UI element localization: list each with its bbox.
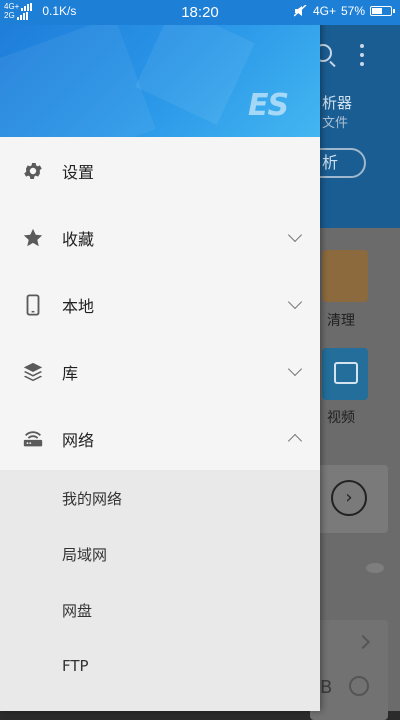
menu-item-label: 网络 xyxy=(62,430,95,450)
chevron-down-icon[interactable] xyxy=(287,294,303,309)
battery-icon xyxy=(370,6,395,16)
menu-item-favorites[interactable]: 收藏 xyxy=(0,204,320,271)
gear-icon xyxy=(22,160,44,182)
arrow-right-circle-button[interactable]: › xyxy=(331,480,367,516)
status-right: 4G+ 57% xyxy=(293,4,395,18)
chevron-up-icon[interactable] xyxy=(287,433,303,448)
chevron-down-icon[interactable] xyxy=(287,227,303,242)
menu-item-network[interactable]: 网络 xyxy=(0,405,320,472)
background-title-fragment: 析器 xyxy=(322,94,353,112)
tile-clean-label: 清理 xyxy=(327,313,355,329)
more-options-icon[interactable] xyxy=(360,44,364,71)
es-logo: ES xyxy=(248,88,289,123)
background-card-2 xyxy=(310,620,388,720)
menu-item-label: 设置 xyxy=(62,162,95,182)
phone-icon xyxy=(22,293,44,316)
menu-item-local[interactable]: 本地 xyxy=(0,271,320,338)
menu-item-label: 收藏 xyxy=(62,229,95,249)
navigation-drawer: ES 设置 收藏 本地 库 网络 我的网络 局域网 网盘 FTP xyxy=(0,0,320,711)
star-icon xyxy=(22,227,44,249)
network-type-right: 4G+ xyxy=(312,4,336,18)
submenu-item-cloud[interactable]: 网盘 xyxy=(0,582,320,638)
broom-icon[interactable] xyxy=(322,250,368,302)
tile-video-label: 视频 xyxy=(327,410,355,426)
mute-icon xyxy=(293,5,307,17)
drawer-menu: 设置 收藏 本地 库 网络 xyxy=(0,137,320,472)
eye-icon[interactable] xyxy=(366,563,384,573)
radio-button[interactable] xyxy=(349,676,369,696)
submenu-item-lan[interactable]: 局域网 xyxy=(0,526,320,582)
chevron-down-icon[interactable] xyxy=(287,361,303,376)
background-subtitle-fragment: 文件 xyxy=(322,116,349,131)
menu-item-library[interactable]: 库 xyxy=(0,338,320,405)
play-icon xyxy=(334,362,358,384)
submenu-item-my-network[interactable]: 我的网络 xyxy=(0,470,320,526)
menu-item-label: 库 xyxy=(62,363,79,383)
submenu-item-ftp[interactable]: FTP xyxy=(0,638,320,694)
menu-item-label: 本地 xyxy=(62,296,95,316)
menu-item-settings[interactable]: 设置 xyxy=(0,137,320,204)
layers-icon xyxy=(22,361,44,383)
router-icon xyxy=(22,428,44,450)
battery-percent: 57% xyxy=(340,4,365,18)
background-size-fragment: B xyxy=(320,677,333,698)
network-submenu: 我的网络 局域网 网盘 FTP xyxy=(0,470,320,711)
status-bar: 4G+ 2G 0.1K/s 18:20 4G+ 57% xyxy=(0,0,400,25)
